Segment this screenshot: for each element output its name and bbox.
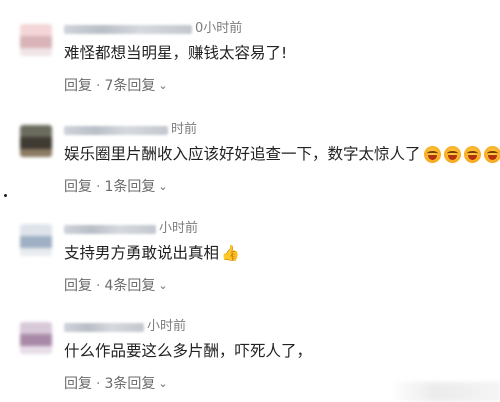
reply-button[interactable]: 回复 (64, 78, 92, 94)
chevron-down-icon[interactable]: ⌄ (158, 78, 167, 94)
comment-time: 时前 (171, 122, 198, 137)
blurred-username[interactable] (64, 322, 144, 332)
separator-dot: · (96, 278, 101, 294)
comment-actions: 回复 · 7条回复 ⌄ (64, 78, 168, 94)
watermark-blur (390, 382, 500, 402)
blurred-username[interactable] (64, 125, 168, 135)
reply-button[interactable]: 回复 (64, 179, 92, 195)
comment-text-body: 支持男方勇敢说出真相 (64, 244, 220, 262)
avatar[interactable] (20, 322, 52, 354)
comment-text-body: 什么作品要这么多片酬，吓死人了， (64, 342, 313, 360)
author-row: 时前 (64, 123, 197, 137)
reply-button[interactable]: 回复 (64, 278, 92, 294)
thumbs-up-icon: 👍 (221, 244, 240, 262)
author-row: 小时前 (64, 222, 198, 236)
chevron-down-icon[interactable]: ⌄ (158, 179, 167, 195)
chevron-down-icon[interactable]: ⌄ (158, 376, 167, 392)
comment-time: 小时前 (147, 319, 187, 334)
comment-time: 小时前 (159, 221, 199, 236)
comment-actions: 回复 · 3条回复 ⌄ (64, 376, 168, 392)
blurred-username[interactable] (64, 24, 192, 34)
comment-text: 娱乐圈里片酬收入应该好好追查一下，数字太惊人了 (64, 144, 500, 164)
grinning-face-icon (423, 145, 441, 163)
avatar[interactable] (20, 224, 52, 256)
comment-text: 什么作品要这么多片酬，吓死人了， (64, 341, 312, 361)
view-replies-link[interactable]: 1条回复 (104, 179, 155, 195)
avatar[interactable] (20, 24, 52, 56)
view-replies-link[interactable]: 7条回复 (104, 78, 155, 94)
view-replies-link[interactable]: 4条回复 (104, 278, 155, 294)
comment-text-body: 难怪都想当明星，赚钱太容易了! (64, 44, 288, 62)
reply-button[interactable]: 回复 (64, 376, 92, 392)
separator-dot: · (96, 376, 101, 392)
comment-time: 0小时前 (195, 21, 243, 36)
view-replies-link[interactable]: 3条回复 (104, 376, 155, 392)
avatar[interactable] (20, 125, 52, 157)
comment-text: 支持男方勇敢说出真相 👍 (64, 243, 240, 263)
separator-dot: · (96, 78, 101, 94)
chevron-down-icon[interactable]: ⌄ (158, 278, 167, 294)
comment-actions: 回复 · 1条回复 ⌄ (64, 179, 168, 195)
comment-text-body: 娱乐圈里片酬收入应该好好追查一下，数字太惊人了 (64, 145, 421, 163)
grinning-face-icon (463, 145, 481, 163)
bullet-dot (4, 194, 7, 197)
author-row: 0小时前 (64, 22, 242, 36)
grinning-face-icon (443, 145, 461, 163)
grinning-face-icon (483, 145, 500, 163)
comment-actions: 回复 · 4条回复 ⌄ (64, 278, 168, 294)
comment-text: 难怪都想当明星，赚钱太容易了! (64, 43, 287, 63)
separator-dot: · (96, 179, 101, 195)
blurred-username[interactable] (64, 224, 156, 234)
author-row: 小时前 (64, 320, 186, 334)
